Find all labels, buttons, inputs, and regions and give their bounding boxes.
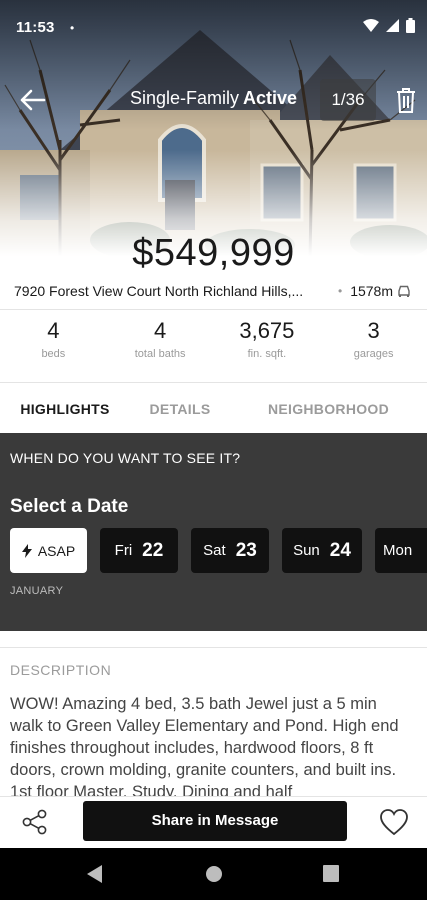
divider [0, 647, 427, 648]
stat-label: garages [353, 348, 394, 360]
stat-label: fin. sqft. [247, 348, 287, 360]
date-dow: Mon [383, 542, 413, 559]
system-nav-bar [0, 848, 427, 900]
separator-dot: • [338, 284, 343, 298]
distance: 1578m [350, 283, 411, 299]
listing-price: $549,999 [132, 232, 295, 274]
address-row: 7920 Forest View Court North Richland Hi… [14, 281, 415, 301]
stat-value: 4 [47, 318, 60, 343]
date-chip[interactable]: Sat 23 [191, 528, 269, 573]
tab-details[interactable]: DETAILS [130, 383, 230, 433]
wifi-icon [363, 19, 379, 32]
status-time: 11:53 [16, 19, 55, 36]
distance-value: 1578m [350, 283, 394, 299]
property-stats: 4 beds 4 total baths 3,675 fin. sqft. 3 … [0, 318, 427, 368]
stat-value: 4 [154, 318, 167, 343]
heart-icon[interactable] [379, 808, 409, 836]
tab-highlights[interactable]: HIGHLIGHTS [0, 383, 130, 433]
status-bar: 11:53 • [0, 0, 427, 56]
tab-neighborhood[interactable]: NEIGHBORHOOD [230, 383, 427, 433]
listing-status: Active [243, 88, 298, 108]
month-label: JANUARY [10, 585, 64, 597]
lightning-icon [21, 543, 32, 558]
date-chip[interactable]: Sun 24 [282, 528, 362, 573]
stat-label: total baths [134, 348, 186, 360]
schedule-visit-panel: WHEN DO YOU WANT TO SEE IT? Select a Dat… [0, 433, 427, 631]
stat-sqft: 3,675 fin. sqft. [214, 318, 321, 368]
date-chip-asap[interactable]: ASAP [10, 528, 87, 573]
photo-counter[interactable]: 1/36 [320, 79, 376, 121]
date-dow: Sun [293, 542, 320, 559]
date-day: 23 [235, 539, 257, 561]
date-chip[interactable]: Fri 22 [100, 528, 178, 573]
date-chip[interactable]: Mon [375, 528, 427, 573]
select-date-title: Select a Date [10, 496, 129, 517]
share-icon[interactable] [20, 807, 50, 837]
nav-recents-icon[interactable] [323, 865, 339, 882]
notification-dot: • [70, 21, 75, 35]
date-dow: Fri [114, 542, 133, 559]
date-day: 24 [329, 539, 351, 561]
stat-garages: 3 garages [320, 318, 427, 368]
asap-label: ASAP [37, 542, 76, 559]
section-tabs: HIGHLIGHTS DETAILS NEIGHBORHOOD [0, 382, 427, 433]
description-label: DESCRIPTION [10, 662, 112, 678]
nav-home-icon[interactable] [205, 865, 223, 883]
top-toolbar: Single-Family Active 1/36 [0, 74, 427, 126]
divider [0, 309, 427, 310]
car-icon [398, 285, 410, 297]
date-picker: ASAP Fri 22 Sat 23 Sun 24 Mon [10, 528, 427, 573]
battery-icon [406, 18, 415, 33]
listing-address[interactable]: 7920 Forest View Court North Richland Hi… [14, 283, 332, 299]
stat-baths: 4 total baths [107, 318, 214, 368]
trash-icon[interactable] [394, 86, 418, 114]
bottom-action-bar: Share in Message [0, 796, 427, 848]
signal-icon [386, 19, 399, 32]
share-in-message-button[interactable]: Share in Message [83, 801, 347, 841]
schedule-question: WHEN DO YOU WANT TO SEE IT? [10, 450, 241, 466]
stat-value: 3 [367, 318, 380, 343]
stat-value: 3,675 [239, 318, 295, 343]
listing-type: Single-Family [129, 88, 239, 108]
nav-back-icon[interactable] [87, 865, 103, 883]
stat-label: beds [41, 348, 66, 360]
description-text: WOW! Amazing 4 bed, 3.5 bath Jewel just … [10, 695, 399, 796]
date-dow: Sat [203, 542, 226, 559]
stat-beds: 4 beds [0, 318, 107, 368]
date-day: 22 [142, 539, 164, 561]
